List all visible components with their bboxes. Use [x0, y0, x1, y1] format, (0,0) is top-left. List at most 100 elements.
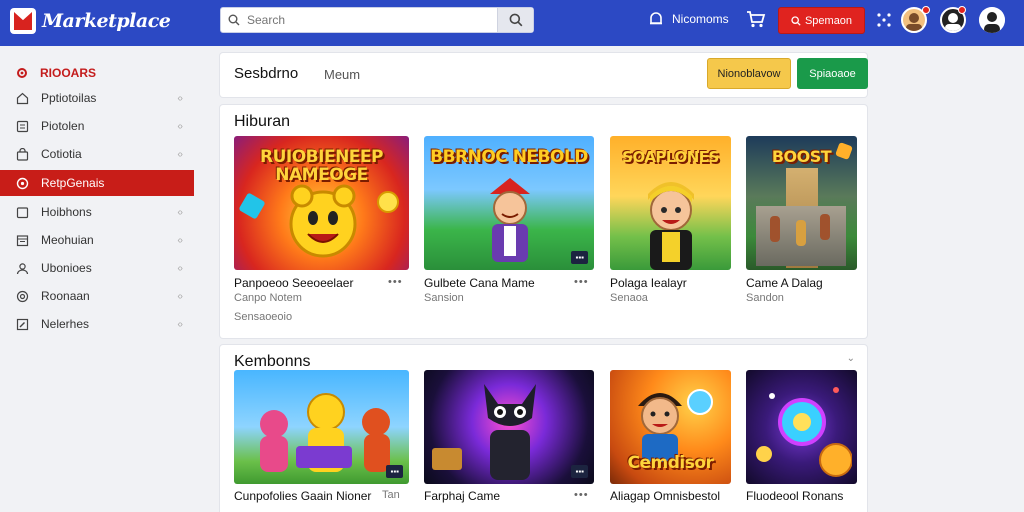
sidebar-header-label: RIOOARS	[40, 66, 97, 80]
sidebar-item-6[interactable]: Meohuian ‹›	[0, 226, 200, 254]
planets-art-icon	[756, 387, 852, 477]
game-card[interactable]: ▪▪▪ Cunpofolies Gaain Nioner Tan	[234, 370, 409, 512]
notifications-label: Nicomoms	[672, 12, 729, 26]
profile-avatar[interactable]	[979, 7, 1005, 33]
expand-arrows-icon: ‹›	[177, 206, 183, 218]
characters-art-icon	[260, 393, 390, 472]
game-thumbnail[interactable]: ▪▪▪	[234, 370, 409, 484]
sidebar-item-1[interactable]: Pptiotoilas ‹›	[0, 84, 200, 112]
search-submit-button[interactable]	[497, 8, 533, 32]
sidebar-header: RIOOARS	[0, 62, 200, 84]
notifications-button[interactable]: Nicomoms	[648, 11, 729, 27]
thumbnail-title: BBRNOC NEBOLD	[430, 147, 588, 167]
expand-arrows-icon: ‹›	[177, 262, 183, 274]
sidebar-item-8[interactable]: Roonaan ‹›	[0, 282, 200, 310]
game-title: Fluodeool Ronans	[746, 489, 844, 503]
thumbnail-title: Cemdisor	[627, 453, 714, 473]
search-input[interactable]	[247, 13, 487, 27]
search-bar	[220, 7, 534, 33]
sidebar-item-label: Meohuian	[41, 233, 94, 247]
sidebar-item-7[interactable]: Ubonioes ‹›	[0, 254, 200, 282]
game-card[interactable]: SOAPLONES Polaga Iealayr Senaoa	[610, 136, 731, 326]
avatar-notification-dot	[922, 6, 930, 14]
game-thumbnail[interactable]: SOAPLONES	[610, 136, 731, 270]
game-subtitle: Sansion	[424, 292, 464, 304]
game-card[interactable]: BBRNOC NEBOLD ▪▪▪ Gulbete Cana Mame ••• …	[424, 136, 594, 326]
expand-arrows-icon: ‹›	[177, 234, 183, 246]
controller-icon	[16, 177, 29, 189]
folder-icon	[16, 206, 29, 218]
expand-arrows-icon: ‹›	[177, 290, 183, 302]
page-title: Sesbdrno	[234, 65, 299, 82]
game-card[interactable]: ▪▪▪ Farphaj Came •••	[424, 370, 594, 512]
game-thumbnail[interactable]: BOOST	[746, 136, 857, 270]
cart-button[interactable]	[746, 10, 766, 33]
chevron-down-icon[interactable]: ⌄	[847, 353, 855, 364]
eye-icon	[16, 290, 29, 302]
section-kembonns: Kembonns ⌄ ▪▪▪ Cunpofolies Gaain Nioner …	[220, 345, 867, 512]
sidebar: RIOOARS Pptiotoilas ‹› Piotolen ‹› Cotio…	[0, 56, 200, 338]
game-thumbnail[interactable]: BBRNOC NEBOLD ▪▪▪	[424, 136, 594, 270]
logo-mark-icon	[10, 8, 36, 34]
logo[interactable]: Marketplace	[10, 8, 171, 34]
game-card[interactable]: Cemdisor Aliagap Omnisbestol	[610, 370, 731, 512]
green-button[interactable]: Spiaoaoe	[797, 58, 868, 89]
search-icon	[221, 14, 247, 26]
sidebar-item-2[interactable]: Piotolen ‹›	[0, 112, 200, 140]
game-card[interactable]: BOOST Came A Dalag Sandon	[746, 136, 857, 326]
yellow-button[interactable]: Nionoblavow	[707, 58, 791, 89]
edit-icon	[16, 318, 29, 330]
sidebar-item-9[interactable]: Nelerhes ‹›	[0, 310, 200, 338]
top-bar: Marketplace Nicomoms Spemaon	[0, 0, 1024, 46]
sidebar-item-label: Cotiotia	[41, 147, 82, 161]
game-subtitle: Senaoa	[610, 292, 648, 304]
more-options-icon[interactable]: •••	[574, 276, 589, 288]
location-icon	[17, 68, 27, 78]
game-subtitle: Sandon	[746, 292, 784, 304]
game-thumbnail[interactable]: ▪▪▪	[424, 370, 594, 484]
bag-icon	[16, 147, 29, 161]
magnifier-icon	[509, 13, 522, 27]
game-title: Gulbete Cana Mame	[424, 276, 535, 290]
sidebar-item-label: Hoibhons	[41, 205, 92, 219]
expand-arrows-icon: ‹›	[177, 92, 183, 104]
game-thumbnail[interactable]: Cemdisor	[610, 370, 731, 484]
game-thumbnail[interactable]	[746, 370, 857, 484]
calendar-icon	[16, 234, 29, 246]
more-options-icon[interactable]: •••	[574, 489, 589, 501]
thumbnail-badge: ▪▪▪	[386, 465, 403, 478]
user-icon	[16, 262, 29, 274]
more-options-icon[interactable]: •••	[388, 276, 403, 288]
sidebar-item-3[interactable]: Cotiotia ‹›	[0, 140, 200, 168]
game-title: Cunpofolies Gaain Nioner	[234, 489, 372, 503]
game-thumbnail[interactable]: RUIOBIENEEP NAMEOGE	[234, 136, 409, 270]
sidebar-item-active[interactable]: RetpGenais	[0, 170, 194, 196]
sidebar-item-label: Nelerhes	[41, 317, 90, 331]
bell-icon	[650, 12, 662, 25]
expand-arrows-icon: ‹›	[177, 148, 183, 160]
sidebar-item-label: Roonaan	[41, 289, 90, 303]
red-action-button[interactable]: Spemaon	[778, 7, 865, 34]
sidebar-item-5[interactable]: Hoibhons ‹›	[0, 198, 200, 226]
game-card[interactable]: RUIOBIENEEP NAMEOGE Panpoeoo Seeoeelaer …	[234, 136, 409, 326]
character-art-icon	[638, 389, 713, 462]
sidebar-item-label: Piotolen	[41, 119, 85, 133]
game-title: Polaga Iealayr	[610, 276, 687, 290]
character-art-icon	[289, 184, 357, 258]
sidebar-item-label: Ubonioes	[41, 261, 92, 275]
section-title: Kembonns	[234, 353, 311, 370]
character-art-icon	[648, 182, 694, 270]
character-art-icon	[490, 178, 530, 262]
game-title: Came A Dalag	[746, 276, 823, 290]
home-icon	[16, 92, 29, 104]
apps-grid-icon[interactable]	[876, 12, 892, 33]
game-extra: Tan	[382, 489, 400, 501]
page-header-panel: Sesbdrno Meum Nionoblavow Spiaoaoe	[220, 53, 868, 97]
section-title: Hiburan	[234, 113, 291, 130]
search-small-icon	[791, 15, 801, 26]
page-subtitle-tab[interactable]: Meum	[324, 67, 360, 82]
sidebar-item-label: Pptiotoilas	[41, 91, 97, 105]
game-meta: Sensaoeoio	[234, 311, 293, 323]
game-title: Farphaj Came	[424, 489, 501, 503]
game-card[interactable]: Fluodeool Ronans	[746, 370, 857, 512]
